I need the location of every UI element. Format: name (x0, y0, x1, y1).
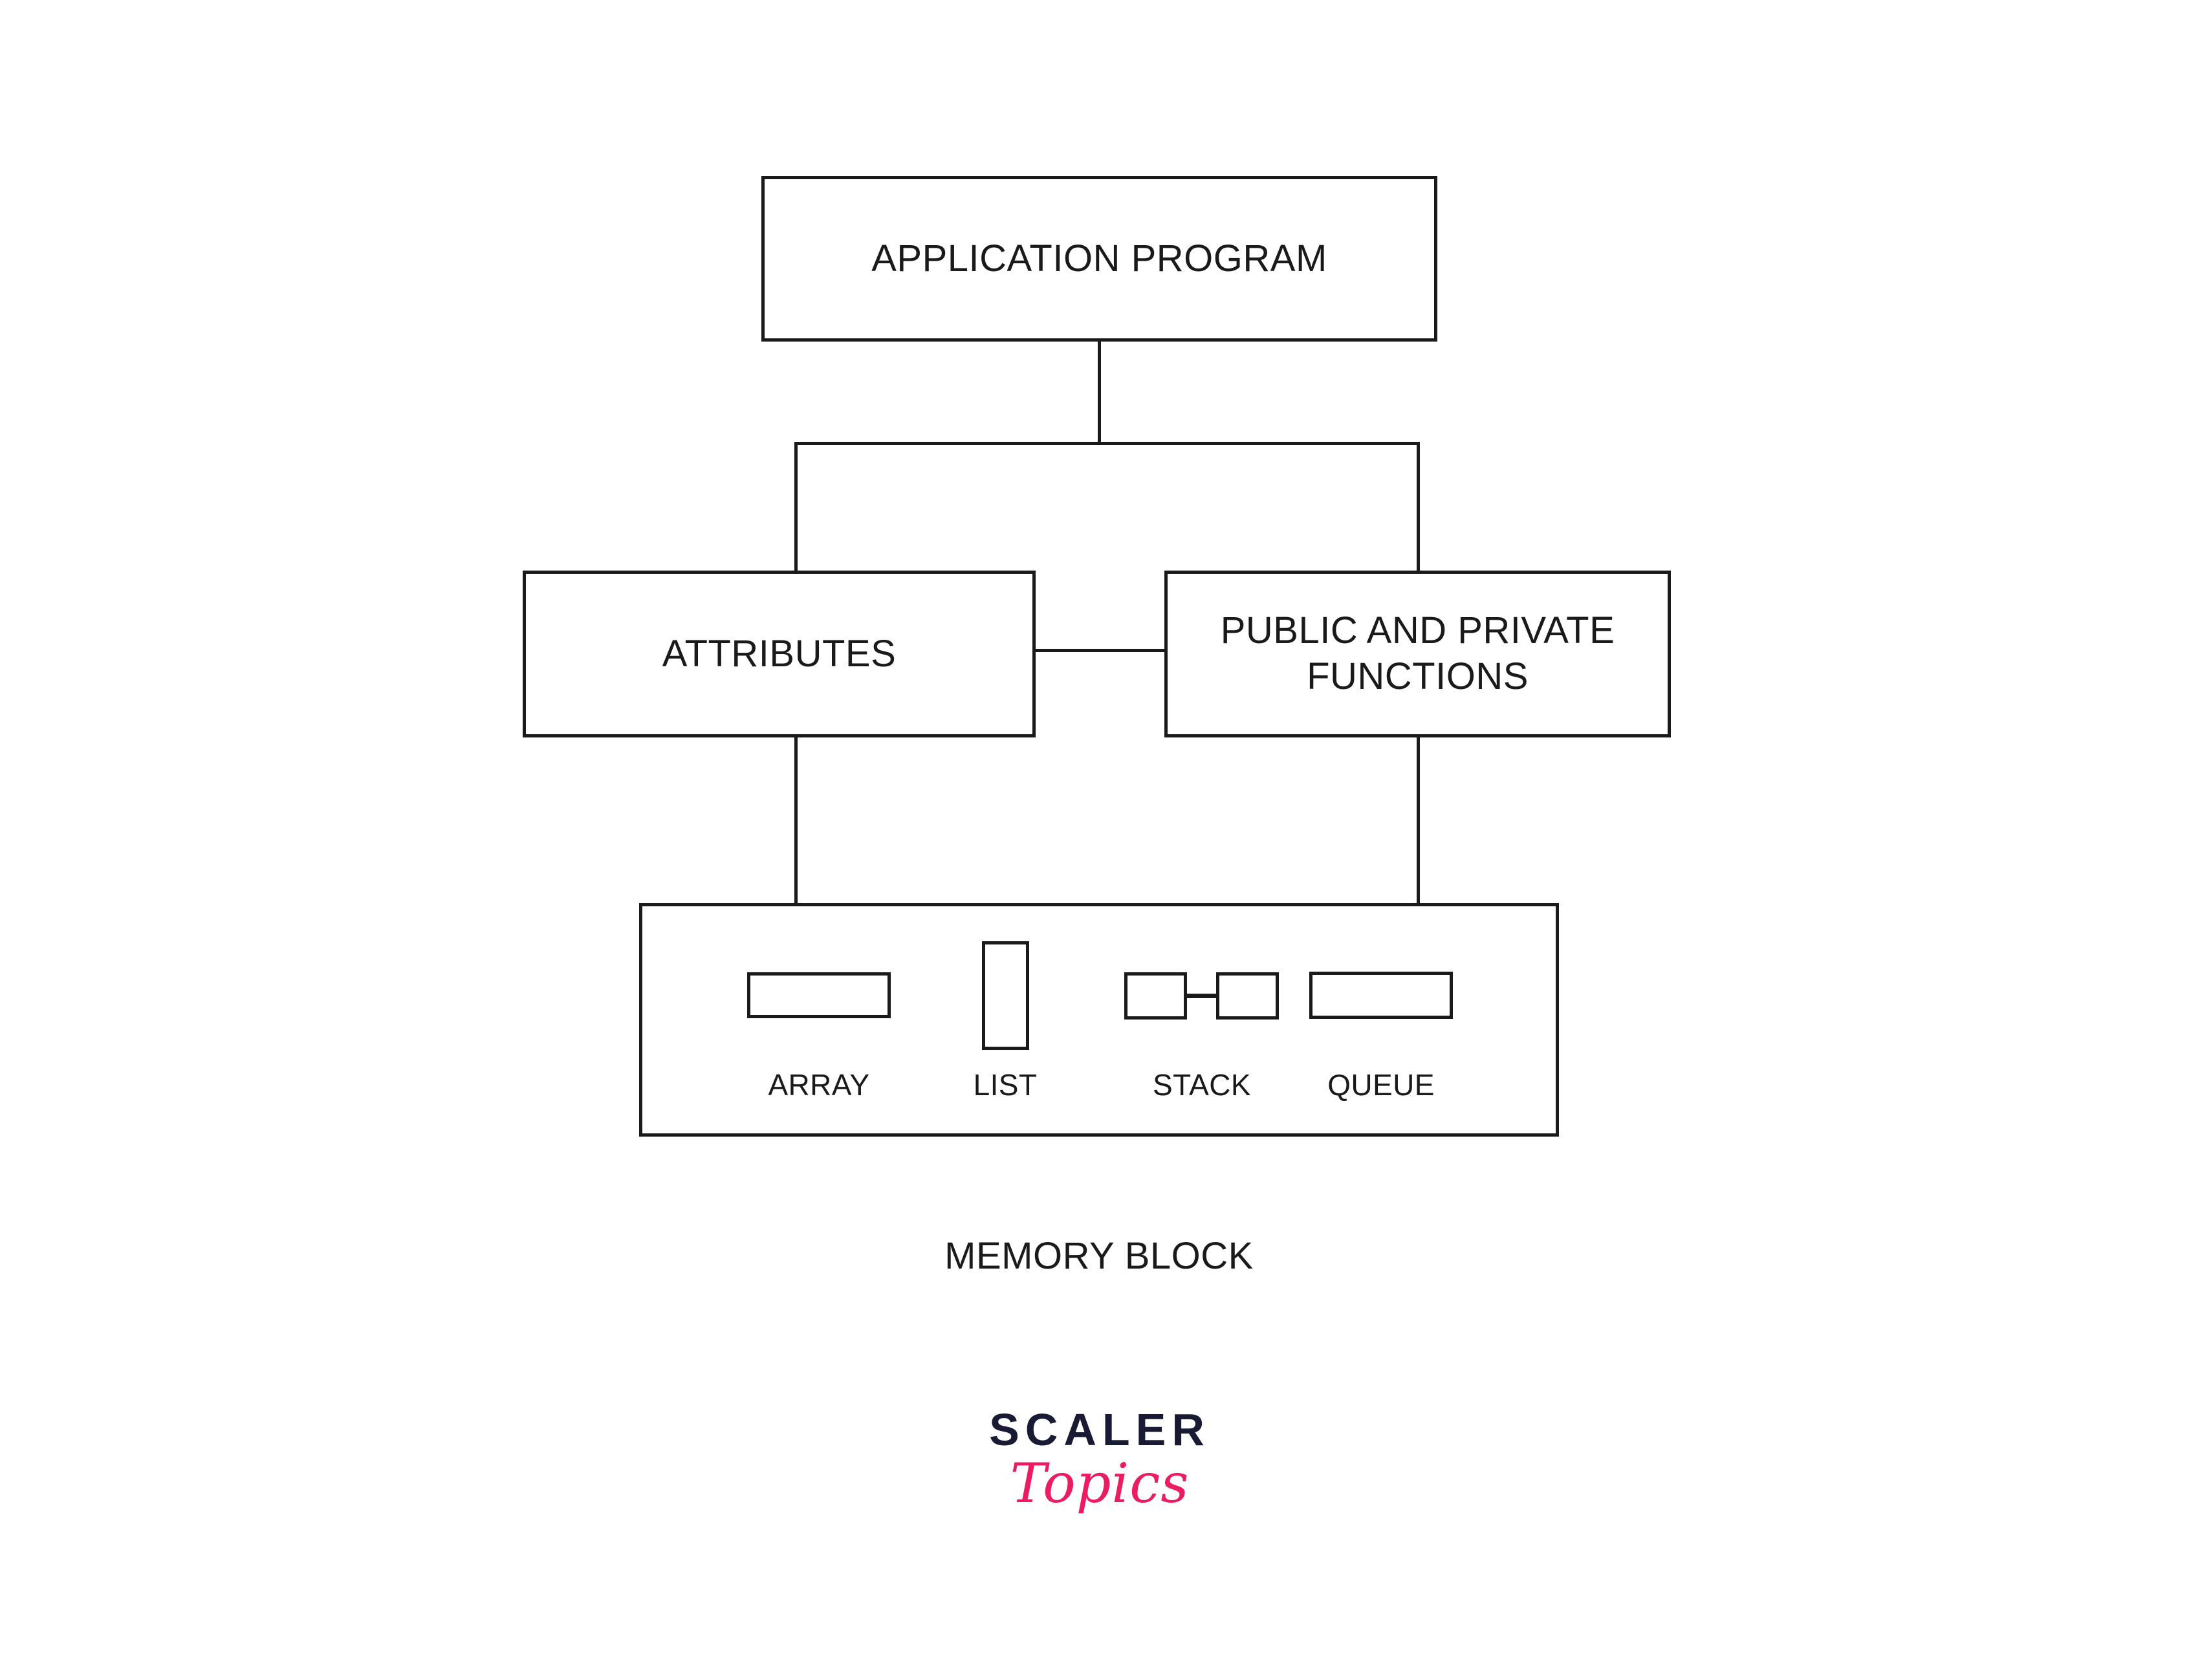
shape-array (747, 972, 891, 1018)
shape-list (982, 941, 1029, 1050)
label-stack: STACK (1153, 1068, 1251, 1102)
node-attributes-label: ATTRIBUTES (662, 632, 897, 675)
connector-functions-to-memory (1417, 737, 1420, 904)
node-application-program: APPLICATION PROGRAM (761, 176, 1437, 342)
connector-attributes-to-memory (794, 737, 798, 904)
connector-branch-bar (794, 442, 1420, 445)
node-functions-label-line1: PUBLIC AND PRIVATE (1220, 609, 1615, 652)
logo-scaler-wordmark: SCALER (989, 1404, 1210, 1455)
connector-branch-to-attributes (794, 442, 798, 573)
shape-queue (1309, 972, 1453, 1019)
connector-branch-to-functions (1417, 442, 1420, 573)
node-application-program-label: APPLICATION PROGRAM (871, 237, 1327, 279)
logo-topics-wordmark: Topics (1010, 1452, 1190, 1515)
diagram-canvas: APPLICATION PROGRAM ATTRIBUTES PUBLIC AN… (0, 0, 2200, 1680)
label-memory-block: MEMORY BLOCK (944, 1235, 1254, 1277)
connector-attributes-to-functions (1036, 649, 1166, 652)
label-queue: QUEUE (1327, 1068, 1435, 1102)
node-public-private-functions: PUBLIC AND PRIVATE FUNCTIONS (1164, 571, 1671, 737)
node-functions-label-line2: FUNCTIONS (1307, 655, 1529, 697)
shape-stack-box-left (1124, 972, 1187, 1020)
label-list: LIST (973, 1068, 1038, 1102)
label-array: ARRAY (768, 1068, 870, 1102)
scaler-topics-logo: SCALER Topics (938, 1407, 1261, 1511)
node-public-private-functions-label: PUBLIC AND PRIVATE FUNCTIONS (1221, 608, 1615, 700)
node-attributes: ATTRIBUTES (523, 571, 1036, 737)
connector-app-to-branch-stem (1098, 342, 1101, 445)
shape-stack-box-right (1216, 972, 1279, 1020)
